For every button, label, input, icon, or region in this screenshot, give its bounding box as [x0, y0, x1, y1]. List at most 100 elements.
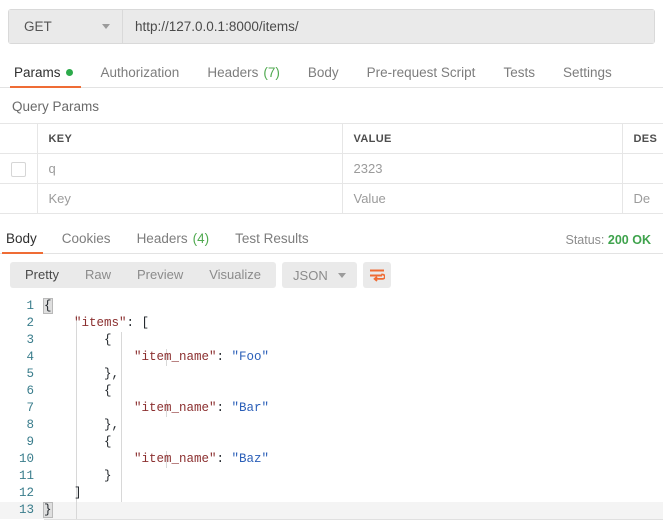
- http-method-label: GET: [24, 19, 52, 34]
- line-number: 10: [0, 451, 44, 468]
- view-mode-pretty[interactable]: Pretty: [12, 262, 72, 288]
- code-line-content: {: [44, 298, 663, 315]
- url-input[interactable]: http://127.0.0.1:8000/items/: [123, 10, 654, 43]
- code-token: "item_name": [134, 452, 217, 466]
- http-method-select[interactable]: GET: [9, 10, 123, 43]
- status-badge: Status: 200 OK: [566, 233, 652, 247]
- word-wrap-button[interactable]: [363, 262, 391, 288]
- tab-headers-label: Headers: [207, 65, 258, 80]
- code-token: :: [217, 401, 232, 415]
- tab-body[interactable]: Body: [294, 57, 353, 87]
- code-line-content: {: [44, 332, 663, 349]
- code-line: 13}: [0, 502, 663, 519]
- url-text: http://127.0.0.1:8000/items/: [135, 19, 299, 34]
- response-tab-body-label: Body: [6, 231, 37, 246]
- param-description-input-new[interactable]: De: [622, 184, 663, 214]
- line-number: 13: [0, 502, 44, 519]
- request-url-bar: GET http://127.0.0.1:8000/items/: [8, 9, 655, 44]
- tab-authorization[interactable]: Authorization: [87, 57, 194, 87]
- row-checkbox-cell[interactable]: [0, 154, 37, 184]
- column-header-value: VALUE: [342, 124, 622, 154]
- param-value-input-new[interactable]: Value: [342, 184, 622, 214]
- tab-params[interactable]: Params: [10, 57, 87, 87]
- params-modified-dot-icon: [66, 69, 73, 76]
- code-line: 2 "items": [: [0, 315, 663, 332]
- row-checkbox-cell[interactable]: [0, 184, 37, 214]
- response-tab-headers-count: (4): [193, 231, 210, 246]
- code-line: 11 }: [0, 468, 663, 485]
- response-tab-cookies-label: Cookies: [62, 231, 111, 246]
- response-tabs: Body Cookies Headers (4) Test Results St…: [0, 224, 663, 254]
- code-line-content: },: [44, 366, 663, 383]
- tab-headers-count: (7): [263, 65, 280, 80]
- param-key-input-new[interactable]: Key: [37, 184, 342, 214]
- code-token: [44, 316, 74, 330]
- line-number: 2: [0, 315, 44, 332]
- code-line: 1{: [0, 298, 663, 315]
- line-number: 1: [0, 298, 44, 315]
- code-token: },: [44, 418, 119, 432]
- response-format-select[interactable]: JSON: [282, 262, 357, 288]
- code-line: 4 "item_name": "Foo": [0, 349, 663, 366]
- view-mode-preview[interactable]: Preview: [124, 262, 196, 288]
- table-row: Key Value De: [0, 184, 663, 214]
- code-token: }: [44, 503, 52, 517]
- code-line: 10 "item_name": "Baz": [0, 451, 663, 468]
- code-line-content: "item_name": "Bar": [44, 400, 663, 417]
- request-tabs: Params Authorization Headers (7) Body Pr…: [0, 57, 663, 88]
- view-mode-raw[interactable]: Raw: [72, 262, 124, 288]
- response-tab-test-results[interactable]: Test Results: [222, 224, 322, 253]
- tab-authorization-label: Authorization: [101, 65, 180, 80]
- code-line: 12 ]: [0, 485, 663, 502]
- editor-bottom-border: [44, 519, 663, 520]
- tab-body-label: Body: [308, 65, 339, 80]
- code-line: 8 },: [0, 417, 663, 434]
- response-tab-body[interactable]: Body: [2, 224, 49, 253]
- text-cursor: [52, 502, 53, 516]
- line-number: 8: [0, 417, 44, 434]
- code-line: 9 {: [0, 434, 663, 451]
- view-mode-visualize[interactable]: Visualize: [196, 262, 274, 288]
- code-line-content: {: [44, 434, 663, 451]
- code-line: 5 },: [0, 366, 663, 383]
- response-view-toolbar: Pretty Raw Preview Visualize JSON: [0, 254, 663, 296]
- tab-pre-request-script-label: Pre-request Script: [367, 65, 476, 80]
- code-token: [44, 350, 134, 364]
- tab-settings[interactable]: Settings: [549, 57, 626, 87]
- line-number: 4: [0, 349, 44, 366]
- line-number: 12: [0, 485, 44, 502]
- response-tab-cookies[interactable]: Cookies: [49, 224, 124, 253]
- tab-tests[interactable]: Tests: [489, 57, 549, 87]
- response-format-label: JSON: [293, 268, 328, 283]
- code-line: 6 {: [0, 383, 663, 400]
- code-line-content: {: [44, 383, 663, 400]
- line-number: 11: [0, 468, 44, 485]
- response-tab-test-results-label: Test Results: [235, 231, 309, 246]
- line-number: 9: [0, 434, 44, 451]
- column-header-checkbox: [0, 124, 37, 154]
- line-number: 7: [0, 400, 44, 417]
- tab-headers[interactable]: Headers (7): [193, 57, 294, 87]
- param-key-input[interactable]: q: [37, 154, 342, 184]
- code-token: : [: [127, 316, 150, 330]
- param-description-input[interactable]: [622, 154, 663, 184]
- checkbox-icon[interactable]: [11, 162, 26, 177]
- tab-settings-label: Settings: [563, 65, 612, 80]
- code-line-content: "items": [: [44, 315, 663, 332]
- line-number: 3: [0, 332, 44, 349]
- line-number: 5: [0, 366, 44, 383]
- response-tab-headers-label: Headers: [137, 231, 188, 246]
- table-row: q 2323: [0, 154, 663, 184]
- param-value-input[interactable]: 2323: [342, 154, 622, 184]
- code-line-content: ]: [44, 485, 663, 502]
- code-token: {: [44, 299, 52, 313]
- response-body-code-viewer[interactable]: 1{2 "items": [3 {4 "item_name": "Foo"5 }…: [0, 298, 663, 520]
- code-token: "Foo": [232, 350, 270, 364]
- tab-pre-request-script[interactable]: Pre-request Script: [353, 57, 490, 87]
- line-number: 6: [0, 383, 44, 400]
- code-token: ]: [44, 486, 82, 500]
- response-tab-headers[interactable]: Headers (4): [124, 224, 223, 253]
- code-line-content: },: [44, 417, 663, 434]
- code-token: [44, 452, 134, 466]
- code-token: "item_name": [134, 350, 217, 364]
